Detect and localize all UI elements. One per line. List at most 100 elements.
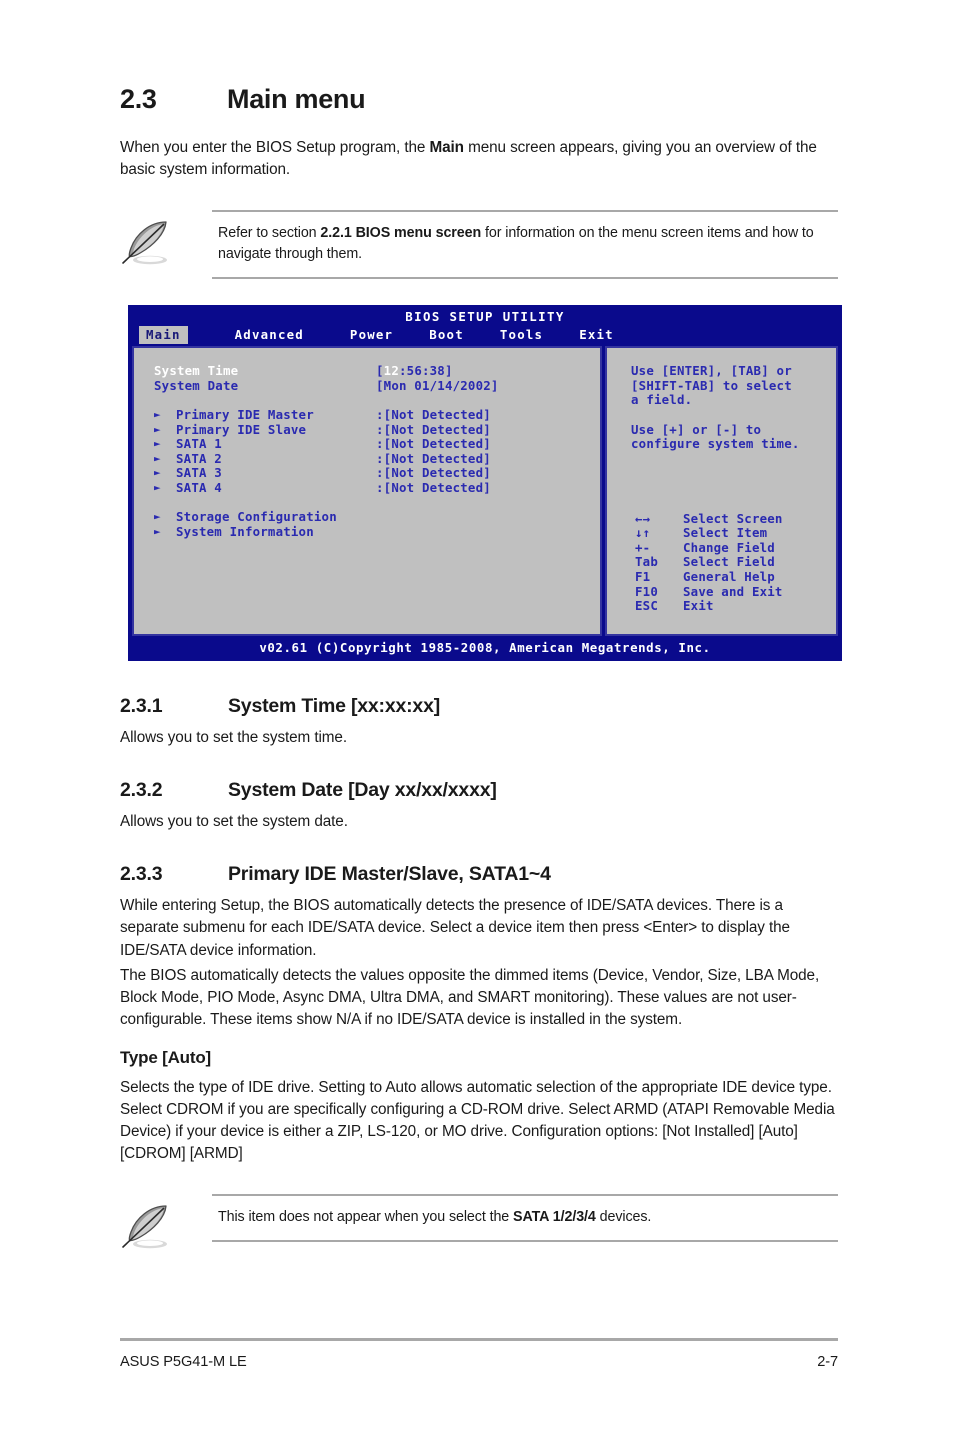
item-label: Primary IDE Master [176, 406, 314, 422]
bios-tab-exit[interactable]: Exit [572, 326, 621, 345]
bios-settings-panel: System Time [12:56:38] System Date [Mon … [132, 346, 602, 637]
bios-item-storage-configuration[interactable]: ► Storage Configuration [134, 509, 600, 525]
subsection-body-231: Allows you to set the system time. [120, 728, 347, 746]
bios-field-system-date[interactable]: System Date [Mon 01/14/2002] [134, 377, 600, 394]
help-line-blank [607, 408, 836, 423]
subsection-title: System Time [xx:xx:xx] [228, 694, 441, 717]
system-date-label: System Date [154, 377, 239, 393]
item-value: :[Not Detected] [376, 436, 491, 452]
legend-select-field: Tab Select Field [607, 555, 836, 570]
legend-key: +- [635, 539, 651, 555]
bios-item-primary-ide-master[interactable]: ► Primary IDE Master :[Not Detected] [134, 406, 600, 423]
footer-row: ASUS P5G41-M LE 2-7 [120, 1354, 838, 1370]
page-content: 2.3 Main menu When you enter the BIOS Se… [120, 84, 842, 1257]
bios-tab-boot[interactable]: Boot [422, 326, 471, 345]
subsection-heading-231: 2.3.1 System Time [xx:xx:xx] [120, 695, 838, 718]
submenu-arrow-icon: ► [154, 480, 161, 494]
bios-item-primary-ide-slave[interactable]: ► Primary IDE Slave :[Not Detected] [134, 421, 600, 438]
type-auto-body: Selects the type of IDE drive. Setting t… [120, 1078, 835, 1163]
note-text-part1: This item does not appear when you selec… [218, 1208, 514, 1225]
help-line: [SHIFT-TAB] to select [631, 377, 792, 393]
help-line: Use [+] or [-] to [631, 421, 762, 437]
note-text-top: Refer to section 2.2.1 BIOS menu screen … [212, 209, 838, 279]
bios-item-sata-3[interactable]: ► SATA 3 :[Not Detected] [134, 466, 600, 481]
legend-desc: Change Field [683, 539, 775, 555]
bios-tab-power[interactable]: Power [343, 326, 400, 345]
intro-text-bold: Main [429, 139, 464, 156]
item-label: System Information [176, 523, 314, 539]
legend-general-help: F1 General Help [607, 569, 836, 585]
submenu-arrow-icon: ► [154, 510, 161, 524]
item-value: :[Not Detected] [376, 465, 491, 481]
note-box-bottom: This item does not appear when you selec… [120, 1193, 838, 1257]
item-label: Primary IDE Slave [176, 421, 307, 437]
submenu-arrow-icon: ► [154, 422, 161, 436]
system-time-value[interactable]: [12:56:38] [376, 363, 453, 379]
item-label: SATA 2 [176, 450, 222, 466]
legend-key: Tab [635, 554, 658, 570]
subsection-paragraph-2: The BIOS automatically detects the value… [120, 966, 820, 1029]
submenu-arrow-icon: ► [154, 466, 161, 480]
subsection-paragraph-1: While entering Setup, the BIOS automatic… [120, 897, 790, 959]
legend-key: ESC [635, 598, 658, 614]
legend-desc: Select Screen [683, 510, 783, 526]
help-line: configure system time. [631, 436, 800, 452]
quill-pen-icon [120, 210, 212, 273]
bios-copyright-footer: v02.61 (C)Copyright 1985-2008, American … [129, 638, 841, 660]
subsection-title: System Date [Day xx/xx/xxxx] [228, 778, 497, 801]
subsection-title: Primary IDE Master/Slave, SATA1~4 [228, 863, 551, 886]
subsection-number: 2.3.2 [120, 778, 163, 801]
system-date-value[interactable]: [Mon 01/14/2002] [376, 378, 499, 394]
bios-item-sata-2[interactable]: ► SATA 2 :[Not Detected] [134, 450, 600, 467]
subsection-heading-233: 2.3.3 Primary IDE Master/Slave, SATA1~4 [120, 863, 838, 886]
bios-help-panel: Use [ENTER], [TAB] or [SHIFT-TAB] to sel… [605, 346, 838, 637]
bios-tab-advanced[interactable]: Advanced [228, 326, 311, 345]
legend-exit: ESC Exit [607, 599, 836, 614]
bios-item-sata-1[interactable]: ► SATA 1 :[Not Detected] [134, 436, 600, 452]
legend-desc: General Help [683, 569, 775, 585]
system-time-label: System Time [154, 363, 239, 379]
footer-divider [120, 1338, 838, 1341]
section-title: Main menu [227, 84, 366, 114]
bios-item-sata-4[interactable]: ► SATA 4 :[Not Detected] [134, 479, 600, 496]
item-value: :[Not Detected] [376, 406, 491, 422]
submenu-arrow-icon: ► [154, 451, 161, 465]
type-auto-heading: Type [Auto] [120, 1047, 211, 1067]
legend-change-field: +- Change Field [607, 539, 836, 556]
bios-item-system-information[interactable]: ► System Information [134, 523, 600, 540]
bios-menu-bar: Main Advanced Power Boot Tools Exit [129, 325, 841, 345]
item-label: SATA 3 [176, 465, 222, 481]
item-label: Storage Configuration [176, 509, 337, 525]
legend-key: ←→ [635, 510, 651, 526]
legend-key: F10 [635, 583, 658, 599]
note-text-bold: SATA 1/2/3/4 [513, 1208, 596, 1225]
note-text-part1: Refer to section [218, 224, 321, 241]
note-text-bold: 2.2.1 BIOS menu screen [320, 224, 482, 241]
document-page: 2.3 Main menu When you enter the BIOS Se… [0, 0, 954, 1438]
bios-tab-tools[interactable]: Tools [493, 326, 550, 345]
bios-field-system-time[interactable]: System Time [12:56:38] [134, 363, 600, 379]
submenu-arrow-icon: ► [154, 524, 161, 538]
system-time-cursor-segment: 12 [383, 363, 399, 379]
submenu-arrow-icon: ► [154, 407, 161, 421]
bios-setup-screenshot: BIOS SETUP UTILITY Main Advanced Power B… [128, 304, 842, 661]
bios-tab-main[interactable]: Main [139, 325, 188, 345]
subsection-number: 2.3.1 [120, 694, 163, 717]
bios-body: System Time [12:56:38] System Date [Mon … [129, 344, 841, 639]
subsection-body-232: Allows you to set the system date. [120, 812, 348, 830]
help-line: a field. [631, 392, 693, 408]
footer-page-number: 2-7 [817, 1354, 838, 1370]
legend-desc: Select Field [683, 554, 775, 570]
item-value: :[Not Detected] [376, 479, 491, 495]
note-paragraph: This item does not appear when you selec… [218, 1207, 834, 1228]
bracket-open: [ [376, 363, 384, 379]
legend-desc: Exit [683, 598, 714, 614]
legend-desc: Select Item [683, 525, 768, 541]
section-number: 2.3 [120, 84, 157, 114]
legend-save-and-exit: F10 Save and Exit [607, 583, 836, 600]
